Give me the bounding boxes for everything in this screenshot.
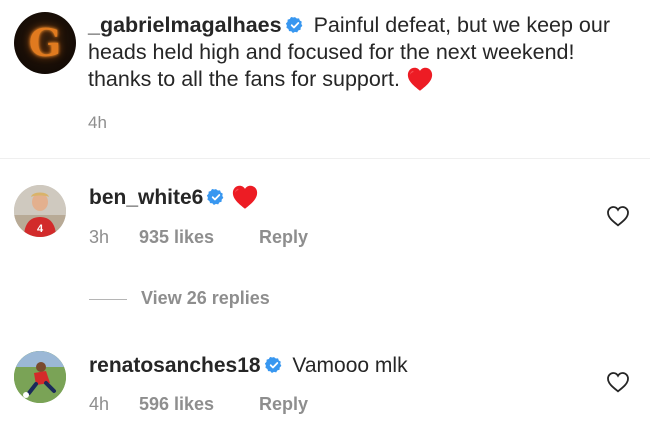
replies-divider-line	[89, 299, 127, 300]
comment-text: Vamooo mlk	[286, 354, 408, 377]
heart-outline-icon[interactable]	[606, 371, 630, 393]
caption-timestamp: 4h	[88, 113, 107, 132]
red-heart-emoji-icon	[233, 185, 258, 209]
divider	[0, 158, 650, 159]
caption-avatar[interactable]: G	[14, 12, 76, 74]
avatar-logo-letter: G	[28, 20, 62, 65]
comment-avatar-ben-white6[interactable]: 4	[14, 185, 66, 237]
caption-text-block: _gabrielmagalhaes Painful defeat, but we…	[88, 12, 633, 93]
comment-username[interactable]: ben_white6	[89, 186, 203, 209]
heart-outline-icon[interactable]	[606, 205, 630, 227]
comment-line: ben_white6	[89, 184, 259, 211]
svg-text:4: 4	[37, 223, 44, 235]
reply-button[interactable]: Reply	[259, 394, 308, 415]
red-heart-emoji-icon	[407, 67, 433, 91]
comment-username[interactable]: renatosanches18	[89, 354, 261, 377]
comment-timestamp: 3h	[89, 227, 110, 247]
reply-button[interactable]: Reply	[259, 227, 308, 248]
comment-line: renatosanches18 Vamooo mlk	[89, 352, 408, 379]
comment-avatar-renatosanches18[interactable]	[14, 351, 66, 403]
comment-likes-count[interactable]: 596 likes	[139, 394, 214, 415]
avatar-photo: 4	[14, 185, 66, 237]
caption-username[interactable]: _gabrielmagalhaes	[88, 13, 282, 37]
verified-badge-icon	[207, 189, 224, 205]
comment-timestamp: 4h	[89, 394, 110, 414]
comment-likes-count[interactable]: 935 likes	[139, 227, 214, 248]
verified-badge-icon	[264, 357, 281, 373]
view-replies-button[interactable]: View 26 replies	[141, 288, 270, 309]
verified-badge-icon	[285, 17, 302, 33]
avatar-photo	[14, 351, 66, 403]
